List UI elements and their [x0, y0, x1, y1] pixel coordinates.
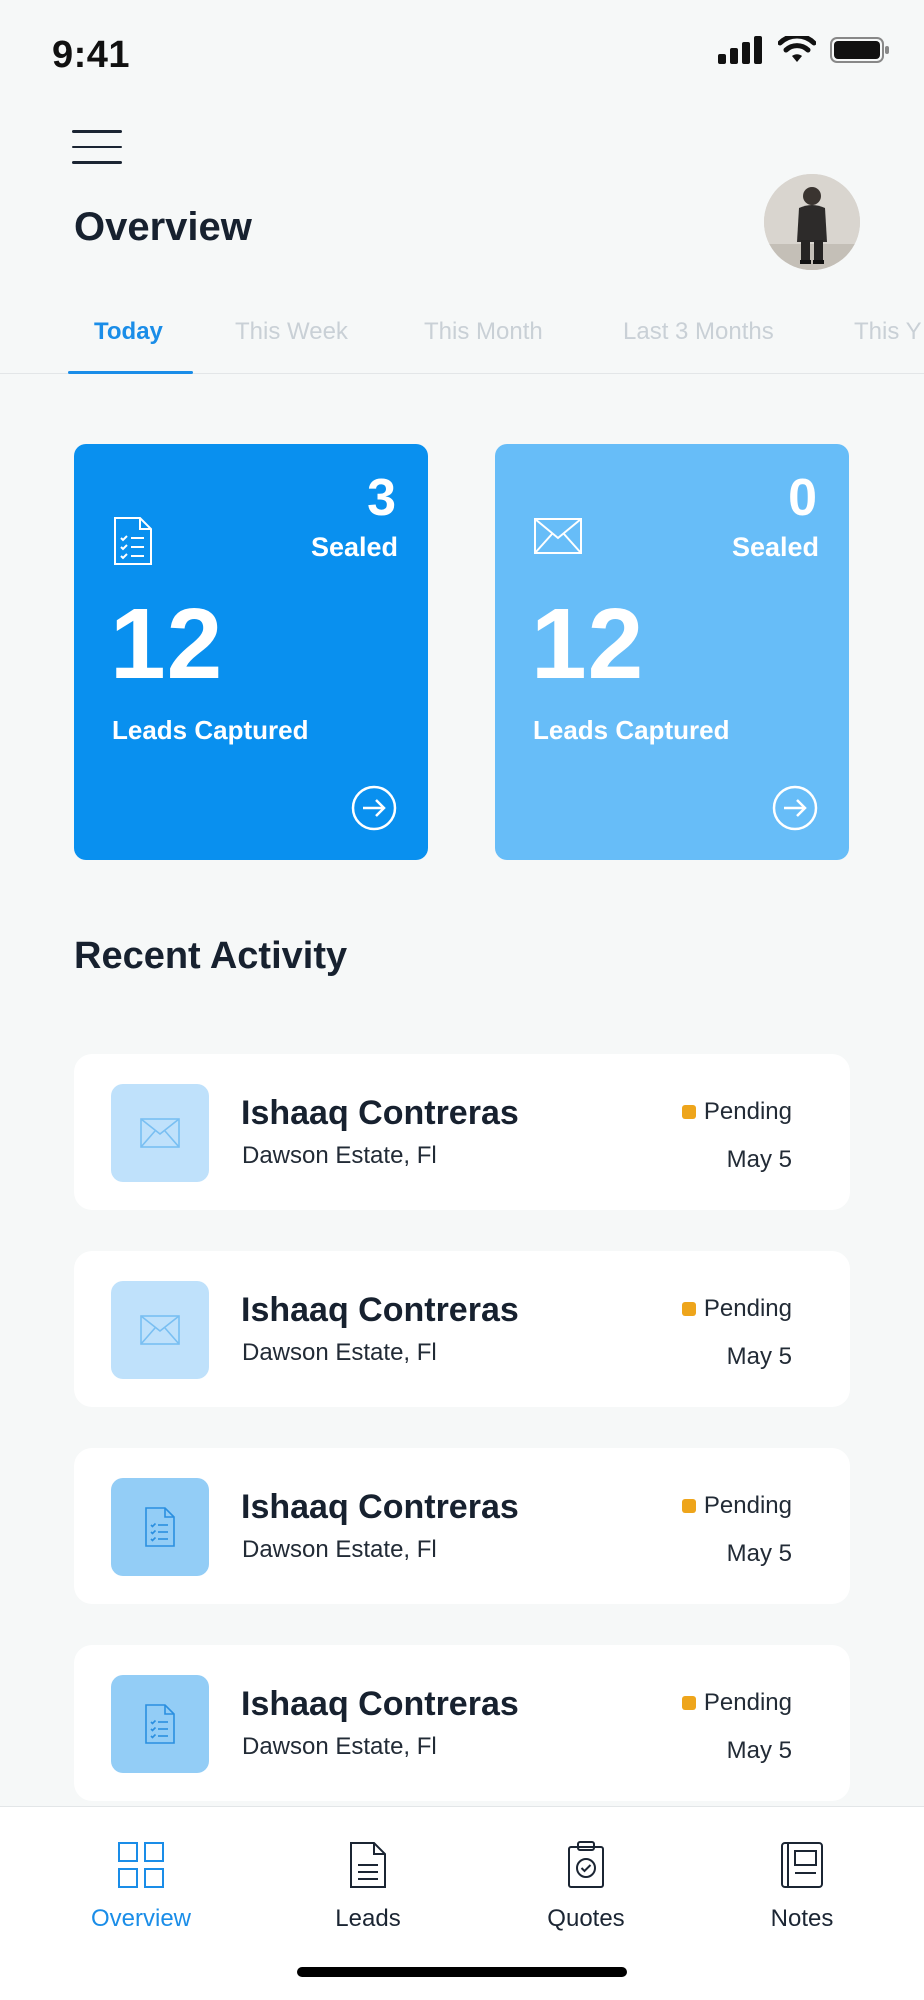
status-dot — [681, 1105, 696, 1119]
status-label: Pending — [703, 1295, 792, 1322]
sealed-label: Sealed — [310, 532, 398, 562]
battery-icon — [830, 37, 889, 63]
status-dot — [681, 1302, 696, 1316]
nav-label: Quotes — [547, 1905, 625, 1932]
activity-date: May 5 — [726, 1540, 792, 1567]
page-title: Overview — [74, 205, 252, 249]
grid-icon — [118, 1842, 164, 1888]
status-label: Pending — [703, 1098, 792, 1125]
menu-button[interactable] — [72, 130, 124, 168]
document-icon — [111, 1478, 209, 1576]
tab-this-year[interactable]: This Y — [854, 318, 922, 346]
nav-label: Leads — [335, 1905, 401, 1932]
notebook-icon — [781, 1842, 823, 1888]
sealed-label: Sealed — [731, 532, 819, 562]
status-label: Pending — [703, 1492, 792, 1519]
activity-date: May 5 — [726, 1737, 792, 1764]
activity-item[interactable]: Ishaaq Contreras Dawson Estate, Fl Pendi… — [74, 1054, 850, 1210]
nav-label: Notes — [770, 1905, 834, 1932]
status-badge: Pending — [681, 1689, 792, 1717]
active-tab-indicator — [68, 371, 193, 374]
activity-name: Ishaaq Contreras — [241, 1291, 519, 1329]
leads-label: Leads Captured — [533, 715, 730, 745]
status-dot — [681, 1696, 696, 1710]
activity-name: Ishaaq Contreras — [241, 1685, 519, 1723]
period-tabs: Today This Week This Month Last 3 Months… — [0, 318, 924, 374]
nav-quotes[interactable]: Quotes — [496, 1841, 676, 1933]
status-badge: Pending — [681, 1098, 792, 1126]
activity-name: Ishaaq Contreras — [241, 1488, 519, 1526]
activity-item[interactable]: Ishaaq Contreras Dawson Estate, Fl Pendi… — [74, 1645, 850, 1801]
document-icon — [111, 1675, 209, 1773]
activity-date: May 5 — [726, 1146, 792, 1173]
nav-label: Overview — [90, 1905, 192, 1932]
avatar-image — [764, 174, 860, 270]
status-icons — [718, 36, 890, 64]
tab-this-week[interactable]: This Week — [235, 318, 348, 346]
menu-line — [72, 161, 122, 164]
status-dot — [681, 1499, 696, 1513]
envelope-icon — [533, 516, 583, 561]
nav-overview[interactable]: Overview — [51, 1841, 231, 1933]
activity-date: May 5 — [726, 1343, 792, 1370]
status-bar: 9:41 — [0, 0, 924, 110]
status-time: 9:41 — [52, 34, 131, 76]
signal-icon — [718, 36, 762, 64]
status-label: Pending — [703, 1689, 792, 1716]
document-checklist-icon — [112, 516, 154, 571]
leads-label: Leads Captured — [112, 715, 309, 745]
leads-count: 12 — [531, 588, 645, 700]
activity-item[interactable]: Ishaaq Contreras Dawson Estate, Fl Pendi… — [74, 1448, 850, 1604]
activity-location: Dawson Estate, Fl — [242, 1142, 437, 1169]
envelope-icon — [111, 1281, 209, 1379]
status-badge: Pending — [681, 1295, 792, 1323]
activity-item[interactable]: Ishaaq Contreras Dawson Estate, Fl Pendi… — [74, 1251, 850, 1407]
activity-location: Dawson Estate, Fl — [242, 1339, 437, 1366]
arrow-right-circle-icon[interactable] — [350, 784, 398, 837]
sealed-count: 0 — [788, 469, 817, 527]
tab-today[interactable]: Today — [94, 318, 163, 346]
envelope-icon — [111, 1084, 209, 1182]
activity-name: Ishaaq Contreras — [241, 1094, 519, 1132]
activity-location: Dawson Estate, Fl — [242, 1536, 437, 1563]
arrow-right-circle-icon[interactable] — [771, 784, 819, 837]
wifi-icon — [778, 36, 816, 62]
activity-location: Dawson Estate, Fl — [242, 1733, 437, 1760]
nav-leads[interactable]: Leads — [278, 1841, 458, 1933]
menu-line — [72, 130, 122, 133]
tab-this-month[interactable]: This Month — [424, 318, 543, 346]
status-badge: Pending — [681, 1492, 792, 1520]
summary-card-emails[interactable]: 0 Sealed 12 Leads Captured — [495, 444, 849, 860]
recent-activity-title: Recent Activity — [74, 935, 348, 977]
nav-notes[interactable]: Notes — [712, 1841, 892, 1933]
document-icon — [350, 1842, 386, 1888]
summary-card-quotes[interactable]: 3 Sealed 12 Leads Captured — [74, 444, 428, 860]
menu-line — [72, 145, 122, 148]
leads-count: 12 — [110, 588, 224, 700]
home-indicator[interactable] — [297, 1967, 627, 1977]
tab-last-3-months[interactable]: Last 3 Months — [623, 318, 774, 346]
avatar[interactable] — [764, 174, 860, 270]
clipboard-check-icon — [568, 1841, 604, 1888]
sealed-count: 3 — [367, 469, 396, 527]
